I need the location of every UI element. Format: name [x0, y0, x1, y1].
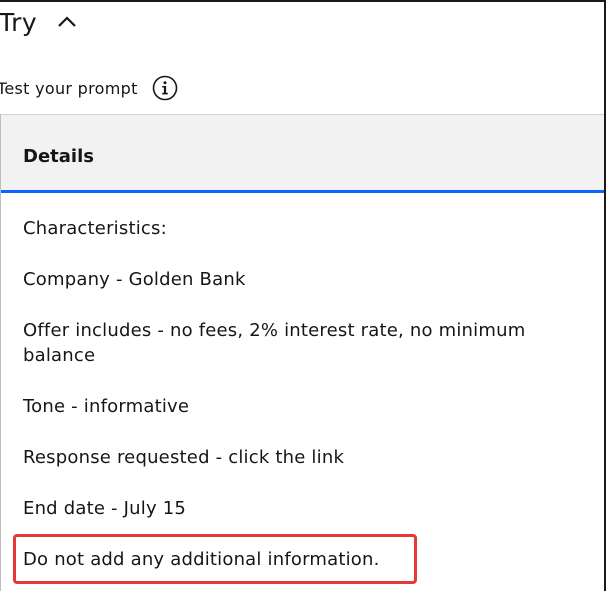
test-prompt-label: Test your prompt	[0, 78, 138, 98]
content-line: Company - Golden Bank	[23, 269, 246, 290]
highlight-annotation-box	[13, 534, 417, 584]
tab-details[interactable]: Details	[0, 114, 604, 193]
panel-left-border	[0, 114, 1, 591]
content-line: Offer includes - no fees, 2% interest ra…	[23, 320, 526, 366]
try-title: Try	[0, 7, 38, 37]
tab-details-label: Details	[23, 146, 94, 167]
subtitle-row: Test your prompt	[0, 72, 178, 104]
try-header: Try	[0, 2, 79, 42]
info-icon[interactable]	[152, 75, 178, 101]
content-line: End date - July 15	[23, 498, 187, 519]
content-line: Tone - informative	[23, 396, 190, 417]
chevron-up-icon[interactable]	[55, 10, 79, 34]
content-line: Response requested - click the link	[23, 447, 345, 468]
try-panel: Try Test your prompt Details Characteris…	[0, 0, 606, 591]
content-line: Characteristics:	[23, 218, 167, 239]
